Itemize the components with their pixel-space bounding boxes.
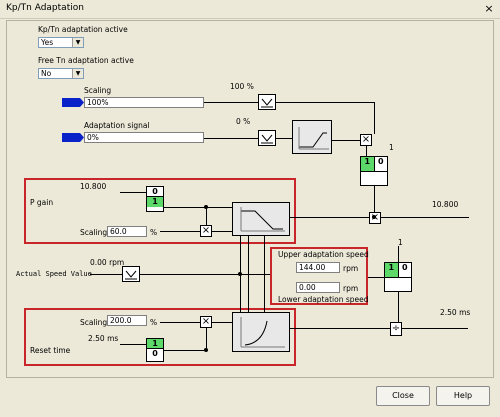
signal-line: [212, 231, 232, 232]
scaling-input[interactable]: 100%: [84, 97, 204, 108]
signal-arrow-icon: [62, 98, 84, 107]
switch-zero-state: 0: [152, 349, 158, 358]
signal-line: [160, 231, 200, 232]
signal-line: [332, 140, 360, 141]
actual-speed-value: 0.00 rpm: [90, 258, 125, 267]
signal-line: [204, 138, 258, 139]
kp-tn-active-select[interactable]: Yes ▼: [38, 37, 84, 48]
upper-speed-unit: rpm: [343, 264, 359, 273]
signal-line: [368, 277, 384, 278]
characteristic-block: [292, 120, 332, 154]
kp-tn-active-value: Yes: [41, 38, 54, 47]
signal-line: [204, 102, 258, 103]
signal-line: [90, 274, 122, 275]
switch-one-state: 1: [385, 263, 399, 277]
reset-time-scaling-input[interactable]: 200.0: [107, 315, 147, 326]
filter-block: [258, 130, 276, 146]
free-tn-active-label: Free Tn adaptation active: [38, 56, 134, 65]
junction-dot: [238, 272, 242, 276]
switch-number: 1: [389, 143, 394, 152]
switch-zero-state: 0: [147, 187, 163, 197]
free-tn-switch[interactable]: 1 0: [384, 262, 412, 292]
switch-zero-state: 0: [401, 263, 408, 272]
signal-line: [164, 350, 204, 351]
signal-line: [140, 274, 270, 275]
signal-line: [206, 328, 207, 350]
adaptation-signal-output-value: 0 %: [236, 117, 251, 126]
signal-line: [398, 292, 399, 322]
signal-line: [276, 138, 292, 139]
p-gain-label: P gain: [30, 198, 54, 207]
switch-zero-state: 0: [377, 157, 384, 166]
speed-filter-block: [122, 266, 140, 282]
filter-icon: [261, 98, 273, 108]
switch-one-state: 1: [147, 197, 163, 207]
reset-time-label: Reset time: [30, 346, 71, 355]
reset-time-characteristic: [232, 312, 290, 352]
signal-line: [374, 186, 375, 212]
p-gain-output-value: 10.800: [432, 200, 459, 209]
signal-line: [381, 217, 469, 218]
signal-arrow-icon: [62, 133, 84, 142]
signal-line: [120, 192, 146, 193]
signal-line: [290, 328, 390, 329]
window-title: Kp/Tn Adaptation: [6, 3, 84, 13]
signal-line: [398, 246, 399, 262]
p-gain-input-value: 10.800: [80, 182, 107, 191]
signal-line: [120, 344, 146, 345]
divider-block: ÷: [390, 322, 402, 336]
signal-line: [402, 328, 468, 329]
switch-one-state: 1: [361, 157, 375, 171]
reset-time-switch[interactable]: 1 0: [146, 338, 164, 362]
ramp-curve-icon: [240, 207, 285, 232]
close-button[interactable]: Close: [376, 386, 430, 406]
signal-line: [366, 146, 367, 156]
signal-line: [164, 207, 232, 208]
signal-line: [160, 322, 200, 323]
signal-line: [276, 102, 374, 103]
adaptation-switch[interactable]: 1 0: [360, 156, 388, 186]
signal-line: [374, 102, 375, 134]
reset-time-scaling-label: Scaling: [80, 318, 108, 327]
free-tn-active-select[interactable]: No ▼: [38, 68, 84, 79]
junction-dot: [204, 348, 208, 352]
p-gain-scaling-unit: %: [150, 228, 158, 237]
actual-speed-label: Actual Speed Value: [16, 270, 92, 278]
ramp-curve-icon: [298, 127, 329, 150]
filter-icon: [261, 134, 273, 144]
signal-line: [290, 217, 369, 218]
lower-speed-label: Lower adaptation speed: [278, 295, 369, 304]
p-gain-switch[interactable]: 0 1: [146, 186, 164, 212]
p-gain-scaling-label: Scaling: [80, 228, 108, 237]
p-gain-scaling-input[interactable]: 60.0: [107, 226, 147, 237]
help-button[interactable]: Help: [436, 386, 490, 406]
lower-speed-input[interactable]: 0.00: [296, 282, 340, 293]
kp-tn-active-label: Kp/Tn adaptation active: [38, 25, 128, 34]
reset-time-scaling-unit: %: [150, 318, 158, 327]
scaling-label: Scaling: [84, 86, 112, 95]
filter-block: [258, 94, 276, 110]
adaptation-signal-label: Adaptation signal: [84, 121, 150, 130]
junction-dot: [372, 215, 376, 219]
signal-line: [206, 207, 207, 225]
upper-speed-label: Upper adaptation speed: [278, 250, 369, 259]
filter-icon: [125, 270, 137, 280]
chevron-down-icon: ▼: [72, 38, 83, 47]
lower-speed-unit: rpm: [343, 284, 359, 293]
switch-one-state: 1: [147, 339, 163, 349]
p-gain-characteristic: [232, 202, 290, 236]
upper-speed-input[interactable]: 144.00: [296, 262, 340, 273]
adaptation-signal-input[interactable]: 0%: [84, 132, 204, 143]
reset-time-output-value: 2.50 ms: [440, 308, 471, 317]
reset-time-input-value: 2.50 ms: [88, 334, 119, 343]
free-tn-active-value: No: [41, 69, 52, 78]
close-icon[interactable]: ×: [482, 2, 496, 15]
signal-line: [212, 322, 232, 323]
chevron-down-icon: ▼: [72, 69, 83, 78]
multiplier-block: ×: [360, 134, 372, 146]
junction-dot: [204, 205, 208, 209]
scaling-output-value: 100 %: [230, 82, 254, 91]
hyperbola-curve-icon: [240, 317, 285, 348]
